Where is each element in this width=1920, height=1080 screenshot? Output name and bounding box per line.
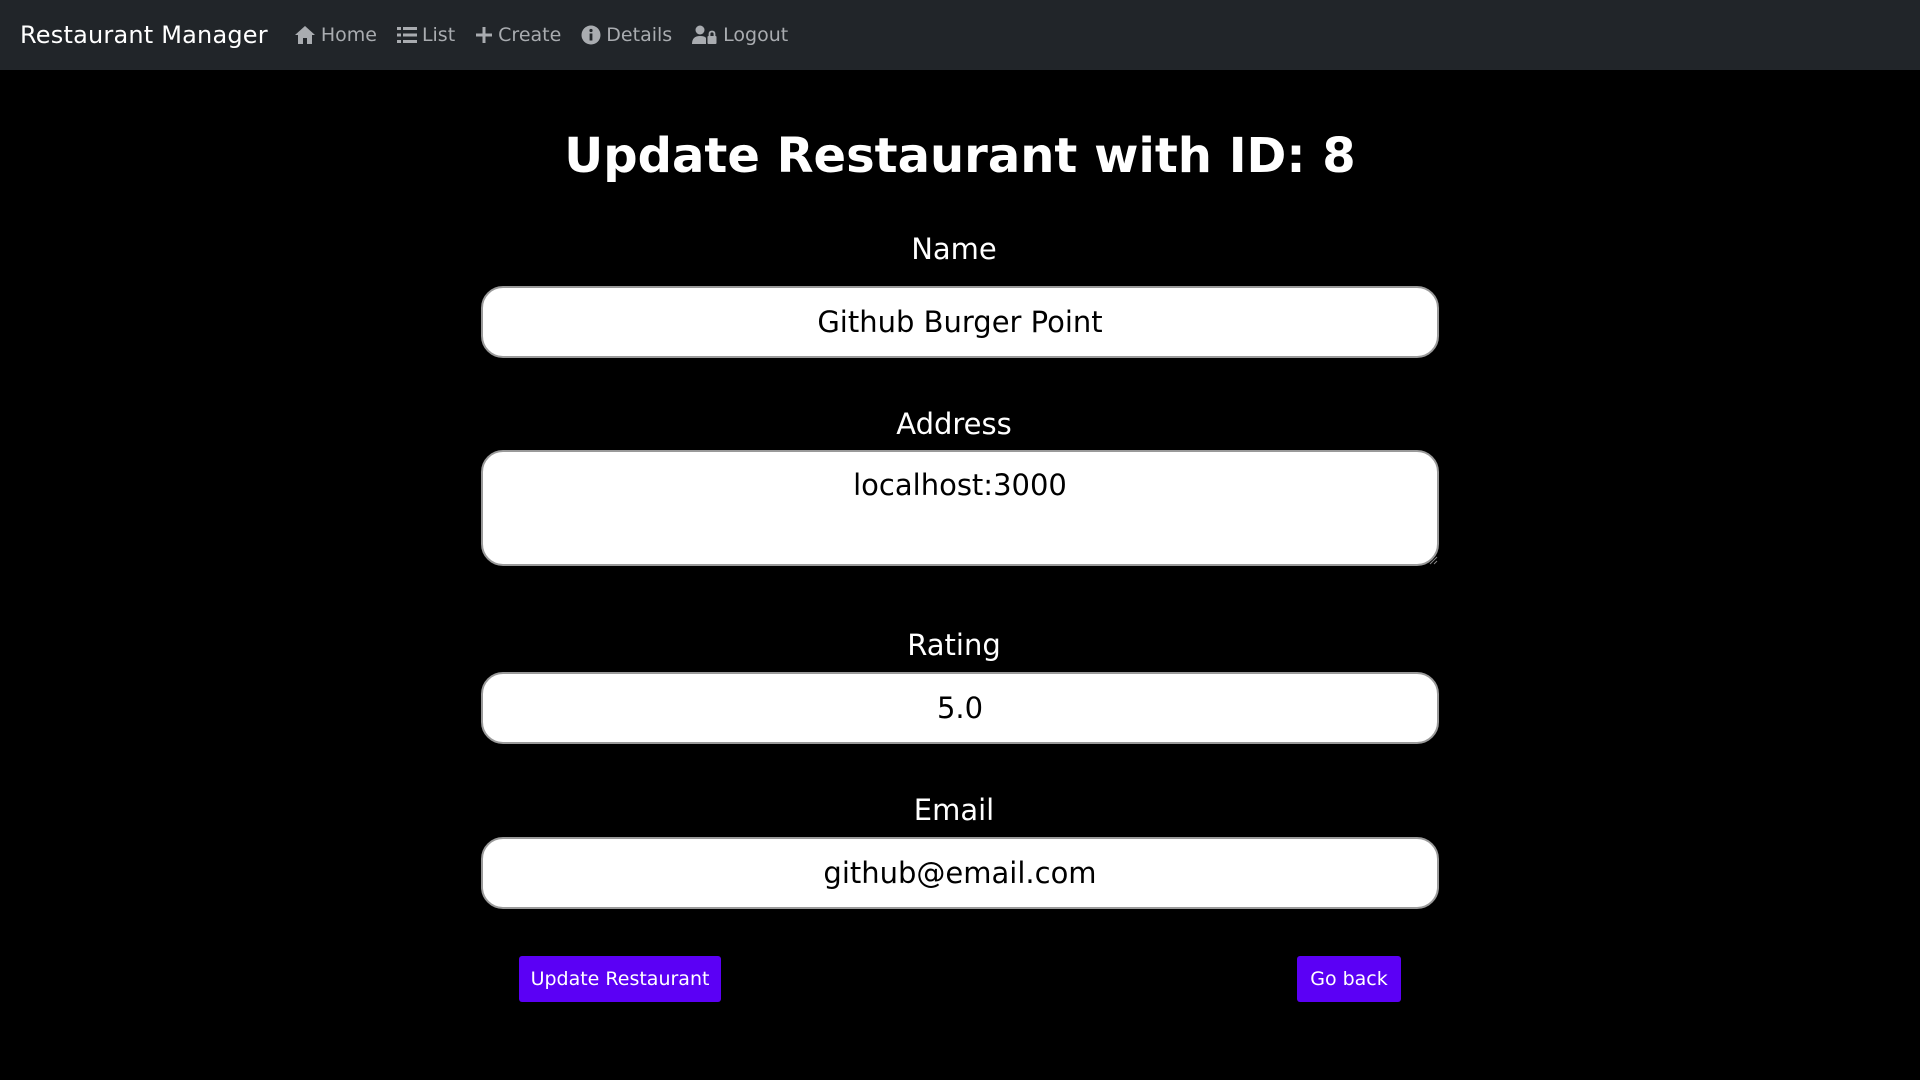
nav-list[interactable]: List (396, 24, 456, 46)
navbar: Restaurant Manager Home List Create Deta… (0, 0, 1920, 70)
name-label: Name (911, 232, 997, 266)
nav-create[interactable]: Create (475, 24, 561, 46)
user-lock-icon (692, 25, 717, 44)
home-icon (294, 26, 315, 44)
nav-details[interactable]: Details (581, 24, 672, 46)
list-icon (396, 27, 417, 43)
rating-label: Rating (907, 628, 1001, 662)
rating-input[interactable] (481, 672, 1439, 744)
address-textarea[interactable]: localhost:3000 (481, 450, 1439, 566)
nav-list-label: List (421, 24, 456, 46)
nav-logout-label: Logout (723, 24, 789, 46)
email-label: Email (913, 793, 995, 827)
address-label: Address (896, 407, 1012, 441)
nav-home-label: Home (320, 24, 377, 46)
resize-grip-icon[interactable] (1428, 555, 1438, 565)
go-back-button[interactable]: Go back (1297, 956, 1401, 1002)
nav-details-label: Details (606, 24, 673, 46)
name-input[interactable] (481, 286, 1439, 358)
page-title: Update Restaurant with ID: 8 (564, 128, 1356, 184)
brand-title[interactable]: Restaurant Manager (20, 21, 268, 49)
email-input[interactable] (481, 837, 1439, 909)
plus-icon (476, 27, 493, 43)
nav-home[interactable]: Home (294, 24, 377, 46)
update-restaurant-button[interactable]: Update Restaurant (519, 956, 721, 1002)
info-icon (581, 25, 601, 45)
nav-create-label: Create (498, 24, 562, 46)
nav-logout[interactable]: Logout (692, 24, 788, 46)
